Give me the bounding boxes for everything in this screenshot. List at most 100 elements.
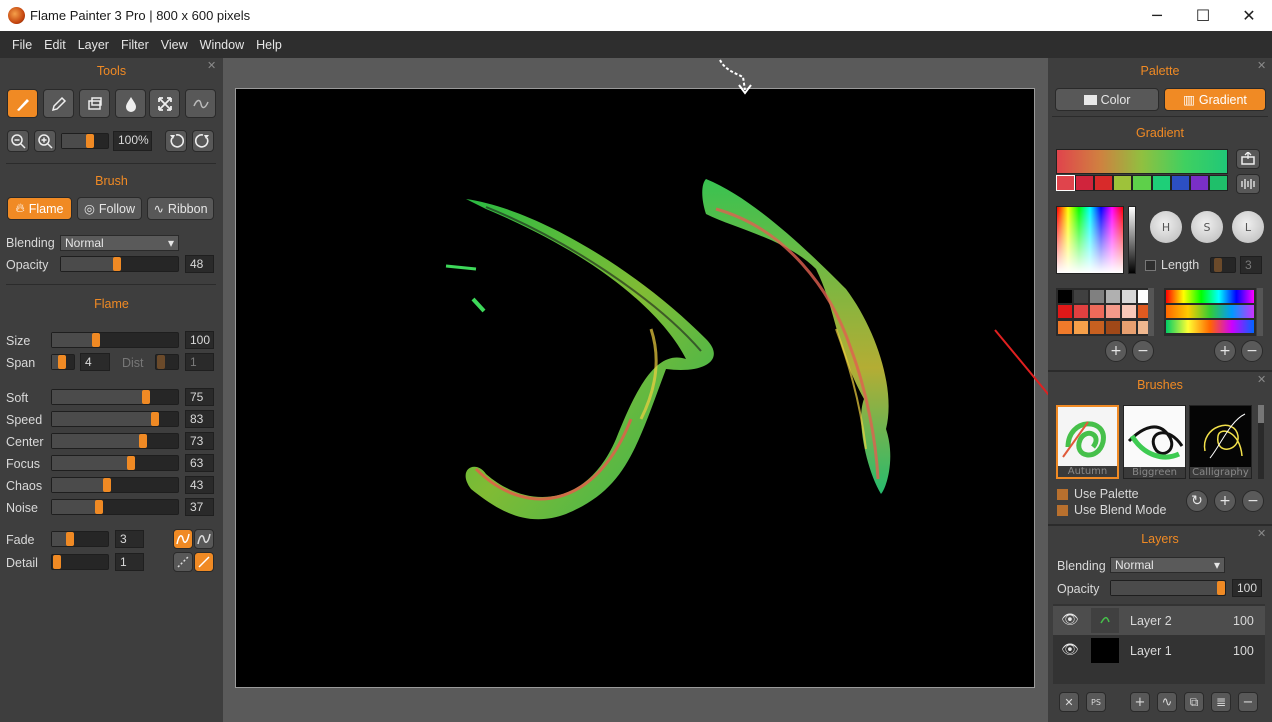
- chaos-value[interactable]: 43: [185, 476, 214, 494]
- noise-slider[interactable]: [51, 499, 179, 515]
- use-palette-checkbox[interactable]: [1057, 489, 1068, 500]
- brush-preset-calligraphy[interactable]: Calligraphy: [1189, 405, 1252, 479]
- color-swatch[interactable]: [1122, 305, 1136, 319]
- minimize-button[interactable]: ─: [1134, 0, 1180, 31]
- zoom-slider[interactable]: [61, 133, 109, 149]
- size-slider[interactable]: [51, 332, 179, 348]
- slider-knob[interactable]: [151, 412, 159, 426]
- brush-reset-button[interactable]: ↻: [1186, 490, 1208, 512]
- gradient-stop[interactable]: [1209, 176, 1227, 190]
- preset-remove-button[interactable]: −: [1241, 340, 1263, 362]
- opacity-slider[interactable]: [60, 256, 179, 272]
- layer-opacity-slider[interactable]: [1110, 580, 1226, 596]
- maximize-button[interactable]: ☐: [1180, 0, 1226, 31]
- slider-knob[interactable]: [157, 355, 165, 369]
- center-value[interactable]: 73: [185, 432, 214, 450]
- length-checkbox[interactable]: [1145, 260, 1156, 271]
- zoom-out-button[interactable]: [7, 130, 29, 152]
- brush-preset-autumn[interactable]: Autumn: [1056, 405, 1119, 479]
- zoom-in-button[interactable]: [34, 130, 56, 152]
- blur-tool-button[interactable]: [115, 89, 146, 118]
- menu-file[interactable]: File: [6, 38, 38, 52]
- layer-stroke-button[interactable]: ∿: [1157, 692, 1177, 712]
- gradient-preview-bar[interactable]: [1056, 149, 1228, 174]
- brushes-close-icon[interactable]: ✕: [1257, 373, 1266, 386]
- chaos-slider[interactable]: [51, 477, 179, 493]
- slider-knob[interactable]: [142, 390, 150, 404]
- menu-filter[interactable]: Filter: [115, 38, 155, 52]
- gradient-presets[interactable]: [1164, 288, 1256, 336]
- color-swatch[interactable]: [1090, 305, 1104, 319]
- layer-row[interactable]: 👁︎ Layer 1 100: [1053, 636, 1265, 665]
- color-swatch[interactable]: [1090, 290, 1104, 303]
- dist-slider[interactable]: [155, 354, 179, 370]
- gradient-stop[interactable]: [1076, 176, 1094, 190]
- slider-knob[interactable]: [127, 456, 135, 470]
- length-slider[interactable]: [1210, 257, 1236, 273]
- focus-value[interactable]: 63: [185, 454, 214, 472]
- gradient-stop[interactable]: [1095, 176, 1113, 190]
- slider-knob[interactable]: [1214, 258, 1222, 272]
- soft-value[interactable]: 75: [185, 388, 214, 406]
- fade-mode-b-button[interactable]: [194, 529, 214, 549]
- slider-knob[interactable]: [1217, 581, 1225, 595]
- brushes-scrollbar[interactable]: [1258, 405, 1264, 479]
- color-swatch[interactable]: [1074, 290, 1088, 303]
- preset-add-button[interactable]: +: [1214, 340, 1236, 362]
- slider-knob[interactable]: [53, 555, 61, 569]
- flame-brush-tool-button[interactable]: [7, 89, 38, 118]
- menu-edit[interactable]: Edit: [38, 38, 72, 52]
- tools-close-icon[interactable]: ✕: [207, 59, 216, 72]
- brush-preset-biggreen[interactable]: Biggreen: [1123, 405, 1186, 479]
- color-swatch[interactable]: [1074, 320, 1088, 334]
- layer-blending-dropdown[interactable]: Normal ▾: [1110, 557, 1225, 573]
- zoom-value[interactable]: 100%: [113, 131, 152, 151]
- color-swatch[interactable]: [1122, 290, 1136, 303]
- layer-merge-button[interactable]: ≣: [1211, 692, 1231, 712]
- blending-dropdown[interactable]: Normal ▾: [60, 235, 179, 251]
- fade-slider[interactable]: [51, 531, 109, 547]
- slider-knob[interactable]: [58, 355, 66, 369]
- slider-knob[interactable]: [95, 500, 103, 514]
- detail-dotted-button[interactable]: [173, 552, 193, 572]
- layer-duplicate-button[interactable]: ⧉: [1184, 692, 1204, 712]
- detail-value[interactable]: 1: [115, 553, 144, 571]
- layer-row[interactable]: 👁︎ Layer 2 100: [1053, 606, 1265, 635]
- menu-view[interactable]: View: [155, 38, 194, 52]
- gradient-stop[interactable]: [1190, 176, 1208, 190]
- span-slider[interactable]: [51, 354, 75, 370]
- length-value[interactable]: 3: [1240, 256, 1262, 274]
- slider-knob[interactable]: [113, 257, 121, 271]
- swatch-remove-button[interactable]: −: [1132, 340, 1154, 362]
- presets-scrollbar[interactable]: [1257, 288, 1263, 336]
- transform-tool-button[interactable]: [149, 89, 180, 118]
- fade-value[interactable]: 3: [115, 530, 144, 548]
- zoom-slider-knob[interactable]: [86, 134, 94, 148]
- color-swatch[interactable]: [1106, 320, 1120, 334]
- rotate-left-button[interactable]: [165, 130, 187, 152]
- gradient-stop[interactable]: [1152, 176, 1170, 190]
- rotate-right-button[interactable]: [192, 130, 214, 152]
- noise-value[interactable]: 37: [185, 498, 214, 516]
- color-swatch[interactable]: [1106, 305, 1120, 319]
- layer-delete-button[interactable]: −: [1238, 692, 1258, 712]
- swatch-add-button[interactable]: +: [1105, 340, 1127, 362]
- menu-layer[interactable]: Layer: [72, 38, 115, 52]
- layers-close-icon[interactable]: ✕: [1257, 527, 1266, 540]
- lightness-dial[interactable]: L: [1232, 211, 1264, 243]
- slider-knob[interactable]: [92, 333, 100, 347]
- brush-mode-ribbon[interactable]: ∿ Ribbon: [147, 197, 214, 220]
- gradient-stop[interactable]: [1171, 176, 1189, 190]
- color-swatch[interactable]: [1106, 290, 1120, 303]
- canvas[interactable]: [235, 88, 1035, 688]
- eye-icon[interactable]: 👁︎: [1061, 612, 1079, 628]
- brush-add-button[interactable]: +: [1214, 490, 1236, 512]
- palette-gradient-tab[interactable]: ▥ Gradient: [1164, 88, 1266, 111]
- speed-value[interactable]: 83: [185, 410, 214, 428]
- color-swatch[interactable]: [1058, 305, 1072, 319]
- color-swatch[interactable]: [1058, 320, 1072, 334]
- eraser-tool-button[interactable]: [79, 89, 110, 118]
- focus-slider[interactable]: [51, 455, 179, 471]
- gradient-stop[interactable]: [1133, 176, 1151, 190]
- saturation-dial[interactable]: S: [1191, 211, 1223, 243]
